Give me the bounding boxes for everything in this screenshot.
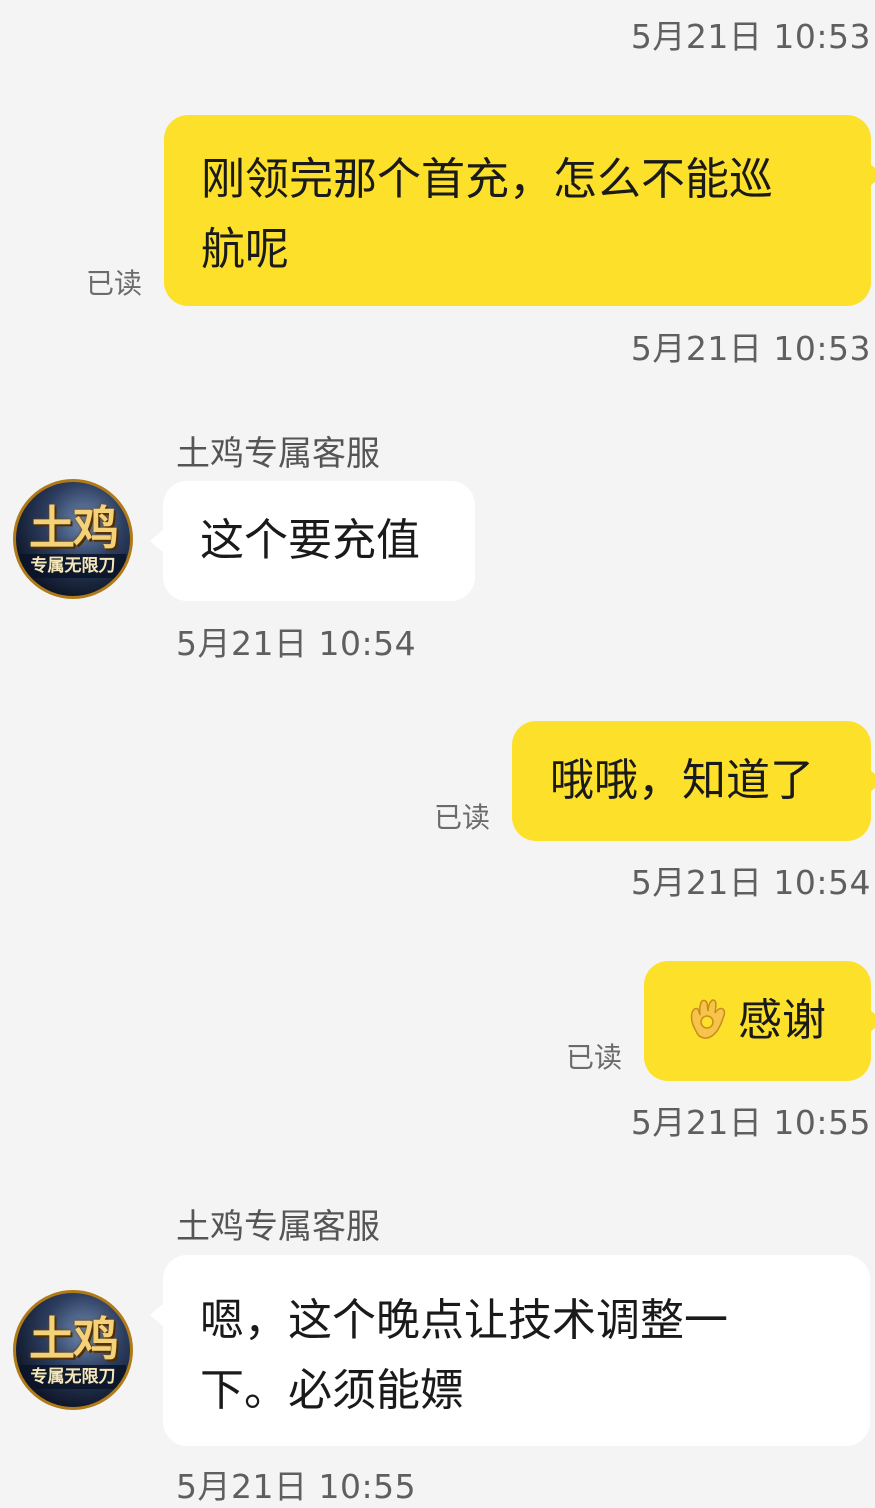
message-timestamp: 5月21日 10:54 xyxy=(176,624,417,663)
sent-message-bubble[interactable]: 刚领完那个首充，怎么不能巡 航呢 xyxy=(164,115,875,306)
read-receipt: 已读 xyxy=(434,801,491,834)
received-message-bubble[interactable]: 嗯，这个晚点让技术调整一 下。必须能嫖 xyxy=(150,1255,870,1446)
message-text: 哦哦，知道了 xyxy=(550,755,814,806)
avatar[interactable]: 土鸡 专属无限刀 xyxy=(13,479,133,599)
message-text-line: 嗯，这个晚点让技术调整一 xyxy=(200,1295,728,1346)
message-text: 这个要充值 xyxy=(200,515,420,566)
message-timestamp: 5月21日 10:55 xyxy=(176,1467,417,1506)
message-timestamp: 5月21日 10:55 xyxy=(630,1103,871,1142)
message-text-line: 下。必须能嫖 xyxy=(200,1365,464,1416)
sent-message-bubble[interactable]: 感谢 xyxy=(644,961,875,1081)
avatar-logo-subtext: 专属无限刀 xyxy=(20,554,126,578)
chat-message-list[interactable]: 5月21日 10:53 已读 刚领完那个首充，怎么不能巡 航呢 5月21日 10… xyxy=(0,0,875,1506)
avatar[interactable]: 土鸡 专属无限刀 xyxy=(13,1290,133,1410)
read-receipt: 已读 xyxy=(566,1041,623,1074)
message-timestamp: 5月21日 10:54 xyxy=(630,863,871,902)
sender-name: 土鸡专属客服 xyxy=(176,1207,380,1247)
message-timestamp: 5月21日 10:53 xyxy=(630,17,871,56)
ok-hand-icon xyxy=(690,999,726,1039)
avatar-logo-text: 土鸡 xyxy=(29,1312,119,1366)
avatar-logo-subtext: 专属无限刀 xyxy=(20,1365,126,1389)
received-message-bubble[interactable]: 这个要充值 xyxy=(150,481,475,601)
read-receipt: 已读 xyxy=(86,267,143,300)
sender-name: 土鸡专属客服 xyxy=(176,434,380,474)
message-text-line: 刚领完那个首充，怎么不能巡 xyxy=(201,154,773,205)
message-text-line: 航呢 xyxy=(201,224,289,275)
avatar-logo-text: 土鸡 xyxy=(29,501,119,555)
message-text: 感谢 xyxy=(738,995,826,1046)
message-timestamp: 5月21日 10:53 xyxy=(630,329,871,368)
sent-message-bubble[interactable]: 哦哦，知道了 xyxy=(512,721,875,841)
